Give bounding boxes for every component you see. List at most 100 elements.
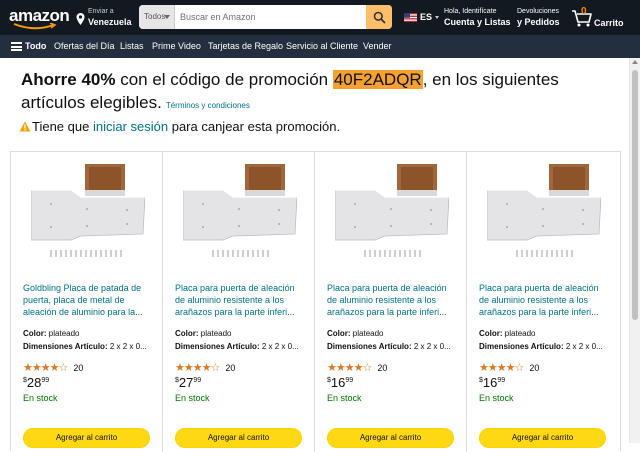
product-color: Color: plateado (23, 329, 155, 338)
dims-value: 2 x 2 x 0... (109, 342, 147, 351)
price-fraction: 99 (193, 377, 202, 384)
deliver-label: Enviar a (88, 8, 114, 15)
product-title-link[interactable]: Placa para puerta de aleación de alumini… (479, 282, 609, 319)
sub-navbar: Todo Ofertas del Día Listas Prime Video … (0, 35, 640, 58)
product-image[interactable] (335, 164, 449, 264)
rating-count: 20 (73, 362, 84, 373)
language-selector[interactable]: ES (404, 12, 440, 26)
product-title-link[interactable]: Placa para puerta de aleación de alumini… (175, 282, 305, 319)
deliver-country: Venezuela (88, 17, 132, 27)
account-label: Cuenta y Listas (444, 17, 511, 27)
nav-item-vender[interactable]: Vender (363, 41, 392, 51)
search-category-select[interactable]: Todos (139, 5, 175, 29)
product-image[interactable] (31, 164, 145, 264)
account-lists[interactable]: Hola, Identifícate Cuenta y Listas (444, 7, 512, 29)
dims-label: Dimensiones Artículo: (23, 342, 108, 351)
product-grid: Goldbling Placa de patada de puerta, pla… (10, 151, 622, 452)
product-price: $1699 (479, 374, 505, 390)
stock-status: En stock (23, 393, 58, 403)
scrollbar-thumb[interactable] (632, 70, 638, 320)
cart-count: 0 (581, 6, 587, 17)
deliver-to[interactable]: Enviar a Venezuela (76, 7, 136, 29)
nav-item-ofertas[interactable]: Ofertas del Día (54, 41, 115, 51)
star-rating-icon: ★★★★☆ (175, 362, 220, 375)
product-dimensions: Dimensiones Artículo: 2 x 2 x 0... (23, 342, 155, 351)
price-whole: 28 (26, 375, 42, 390)
product-card: Placa para puerta de aleación de alumini… (163, 152, 315, 452)
signin-post: para canjear esta promoción. (168, 119, 341, 134)
color-value: plateado (352, 329, 384, 338)
product-price: $2799 (175, 374, 201, 390)
promo-lead-text: con el código de promoción (115, 70, 333, 89)
amazon-logo[interactable]: amazon (9, 6, 71, 30)
dims-value: 2 x 2 x 0... (413, 342, 451, 351)
add-to-cart-button[interactable]: Agregar al carrito (327, 428, 454, 448)
product-rating[interactable]: ★★★★☆ 20 (479, 359, 599, 374)
product-rating[interactable]: ★★★★☆ 20 (175, 359, 295, 375)
nav-item-servicio-cliente[interactable]: Servicio al Cliente (286, 41, 358, 51)
returns-label: Devoluciones (517, 8, 560, 15)
product-title-link[interactable]: Goldbling Placa de patada de puerta, pla… (23, 282, 153, 319)
product-color: Color: plateado (327, 329, 459, 338)
search-category-label: Todos (144, 12, 166, 21)
stock-status: En stock (479, 393, 514, 403)
nav-item-tarjetas-regalo[interactable]: Tarjetas de Regalo (208, 41, 283, 51)
dims-label: Dimensiones Artículo: (327, 342, 412, 351)
cart-button[interactable]: 0 Carrito (571, 6, 637, 30)
search-input[interactable] (175, 5, 366, 29)
promo-heading: Ahorre 40% con el código de promoción 40… (21, 68, 621, 117)
add-to-cart-button[interactable]: Agregar al carrito (479, 428, 606, 448)
dims-value: 2 x 2 x 0... (261, 342, 299, 351)
rating-count: 20 (225, 362, 236, 373)
price-fraction: 99 (345, 377, 354, 384)
add-to-cart-button[interactable]: Agregar al carrito (23, 428, 150, 448)
signin-link[interactable]: iniciar sesión (93, 119, 168, 134)
search-icon (373, 11, 386, 24)
dims-label: Dimensiones Artículo: (479, 342, 564, 351)
top-navbar: amazon Enviar a Venezuela Todos Buscar e… (0, 0, 640, 35)
language-code: ES (420, 12, 433, 22)
dims-label: Dimensiones Artículo: (175, 342, 260, 351)
terms-link[interactable]: Términos y condiciones (166, 101, 250, 110)
signin-notice: Tiene que iniciar sesión para canjear es… (19, 119, 619, 139)
search-bar: Todos (139, 5, 392, 29)
nav-item-listas[interactable]: Listas (120, 41, 144, 51)
color-label: Color: (23, 329, 47, 338)
location-pin-icon (76, 13, 85, 25)
product-card: Placa para puerta de aleación de alumini… (315, 152, 467, 452)
star-rating-icon: ★★★★☆ (23, 362, 68, 375)
product-color: Color: plateado (479, 329, 611, 338)
nav-item-prime-video[interactable]: Prime Video (152, 41, 201, 51)
product-price: $2899 (23, 374, 49, 390)
signin-pre: Tiene que (32, 119, 93, 134)
search-button[interactable] (366, 5, 392, 29)
price-fraction: 99 (41, 377, 50, 384)
product-color: Color: plateado (175, 329, 307, 338)
amazon-smile-icon (13, 23, 57, 30)
add-to-cart-button[interactable]: Agregar al carrito (175, 428, 302, 448)
price-whole: 27 (178, 375, 194, 390)
color-label: Color: (479, 329, 503, 338)
color-value: plateado (48, 329, 80, 338)
price-whole: 16 (330, 375, 346, 390)
scroll-up-arrow-icon[interactable] (632, 60, 638, 64)
hamburger-icon[interactable] (11, 42, 22, 51)
product-card: Placa para puerta de aleación de alumini… (467, 152, 622, 452)
product-dimensions: Dimensiones Artículo: 2 x 2 x 0... (479, 342, 611, 351)
caret-down-icon (435, 16, 439, 19)
color-value: plateado (200, 329, 232, 338)
product-rating[interactable]: ★★★★☆ 20 (327, 359, 447, 374)
product-title-link[interactable]: Placa para puerta de aleación de alumini… (327, 282, 457, 319)
product-image[interactable] (487, 164, 601, 264)
nav-all-menu[interactable]: Todo (25, 41, 46, 51)
dims-value: 2 x 2 x 0... (565, 342, 603, 351)
product-image[interactable] (183, 164, 297, 264)
rating-count: 20 (529, 362, 540, 373)
account-greeting: Hola, Identifícate (444, 8, 497, 15)
price-whole: 16 (482, 375, 498, 390)
page-scrollbar[interactable] (629, 58, 640, 443)
caret-down-icon (164, 15, 170, 19)
product-rating[interactable]: ★★★★☆ 20 (23, 359, 143, 375)
returns-orders[interactable]: Devoluciones y Pedidos (517, 7, 569, 29)
product-dimensions: Dimensiones Artículo: 2 x 2 x 0... (175, 342, 307, 351)
